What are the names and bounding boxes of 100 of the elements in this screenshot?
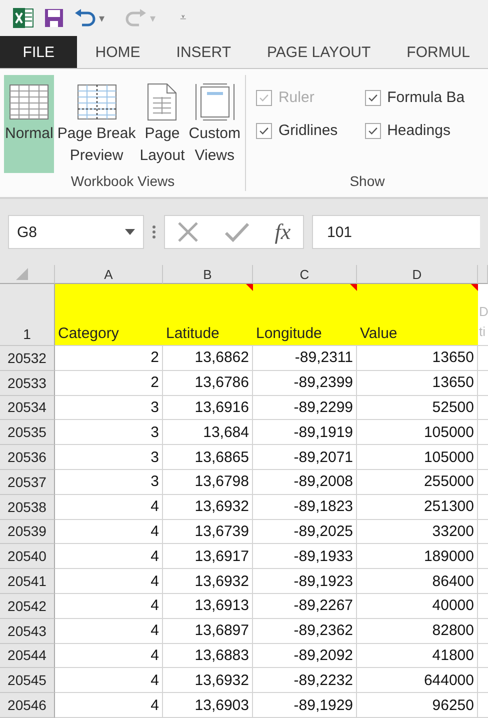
row-header[interactable]: 20535 [0,420,55,446]
row-header[interactable]: 20534 [0,396,55,420]
table-cell: -89,2232 [253,668,357,694]
table-cell: 4 [55,668,163,694]
column-header[interactable]: A [55,265,163,284]
check-icon[interactable] [224,221,250,243]
table-cell: 3 [55,445,163,470]
view-button[interactable]: Normal [4,75,54,173]
row-header[interactable]: 20533 [0,370,55,396]
table-cell: -89,2008 [253,470,357,495]
column-header[interactable]: C [253,265,357,284]
table-cell: 251300 [357,494,478,520]
custom-views-icon [194,83,235,121]
group-label: Workbook Views [70,173,176,191]
insert-function-button[interactable]: fx [274,219,291,245]
row-header[interactable]: 20543 [0,618,55,644]
grid-icon [9,84,50,120]
checkbox-label[interactable]: Gridlines [278,122,338,139]
table-cell: -89,2362 [253,618,357,644]
table-cell: 4 [55,494,163,520]
table-cell: 644000 [357,668,478,694]
header-cell: Value [357,284,478,346]
view-button[interactable]: Page Break Preview [56,75,137,173]
customize-toolbar-icon[interactable]: ⩡ [180,12,186,24]
table-cell: 2 [55,346,163,371]
table-cell: 13,6916 [163,396,253,420]
undo-dropdown-icon[interactable]: ▾ [99,12,105,24]
table-cell: -89,2071 [253,445,357,470]
table-cell: 3 [55,420,163,446]
row-header[interactable]: 20536 [0,445,55,470]
row-header[interactable]: 20542 [0,594,55,619]
table-cell: 86400 [357,569,478,594]
checkbox[interactable] [256,122,272,138]
checkbox-label[interactable]: Formula Ba [387,89,465,106]
table-cell: -89,2299 [253,396,357,420]
table-cell: 4 [55,618,163,644]
table-cell: 13,6932 [163,668,253,694]
column-header[interactable]: D [357,265,478,284]
group-label: Show [348,173,386,191]
table-cell: 52500 [357,396,478,420]
table-cell: 13,6865 [163,445,253,470]
table-cell: 13650 [357,370,478,396]
row-header[interactable]: 1 [0,284,55,346]
row-header[interactable]: 20546 [0,693,55,718]
table-cell: -89,1923 [253,569,357,594]
row-header[interactable]: 20540 [0,544,55,570]
table-cell: 13,6917 [163,544,253,570]
view-button[interactable]: Custom Views [188,75,242,173]
table-cell: -89,1933 [253,544,357,570]
table-cell: 13,6897 [163,618,253,644]
column-header[interactable]: B [163,265,253,284]
row-header[interactable]: 20541 [0,569,55,594]
row-header[interactable]: 20545 [0,668,55,694]
table-cell: -89,2311 [253,346,357,371]
checkbox[interactable] [365,122,382,138]
row-header[interactable]: 20544 [0,644,55,668]
ribbon-tab[interactable]: PAGE LAYOUT [249,36,389,68]
table-cell: 4 [55,544,163,570]
header-cell: Latitude [163,284,253,346]
save-icon[interactable] [44,8,64,28]
formula-input[interactable]: 101 [312,215,480,249]
cell-text: D [479,303,488,321]
undo-icon[interactable] [74,9,96,27]
table-cell: 13650 [357,346,478,371]
header-cell: Category [55,284,163,346]
row-header[interactable]: 20538 [0,494,55,520]
table-cell: 13,6883 [163,644,253,668]
comment-indicator-icon [471,284,478,291]
table-cell: 4 [55,569,163,594]
table-cell: 4 [55,644,163,668]
checkbox[interactable] [365,90,382,106]
name-box[interactable]: G8 [8,215,144,249]
table-cell: 13,6903 [163,693,253,718]
table-cell: 13,6932 [163,569,253,594]
table-cell: 13,684 [163,420,253,446]
ribbon-tab[interactable]: INSERT [158,36,250,68]
view-button[interactable]: Page Layout [138,75,186,173]
table-cell: 13,6862 [163,346,253,371]
table-cell: 13,6739 [163,520,253,544]
table-cell: 3 [55,470,163,495]
cell-text: ti [479,323,486,341]
table-cell: -89,2092 [253,644,357,668]
table-cell: -89,2267 [253,594,357,619]
table-cell: 4 [55,520,163,544]
ribbon-tab[interactable]: FORMUL [388,36,488,68]
table-cell: 255000 [357,470,478,495]
table-cell: -89,2399 [253,370,357,396]
file-tab[interactable]: FILE [0,36,78,68]
table-cell: 4 [55,693,163,718]
table-cell: 189000 [357,544,478,570]
row-header[interactable]: 20537 [0,470,55,495]
row-header[interactable]: 20532 [0,346,55,371]
table-cell: 40000 [357,594,478,619]
row-header[interactable]: 20539 [0,520,55,544]
table-cell: 96250 [357,693,478,718]
checkbox-label[interactable]: Headings [387,122,450,139]
spreadsheet-app-icon[interactable] [12,7,34,29]
table-cell: 13,6913 [163,594,253,619]
ribbon-tab[interactable]: HOME [77,36,158,68]
table-cell: 13,6932 [163,494,253,520]
